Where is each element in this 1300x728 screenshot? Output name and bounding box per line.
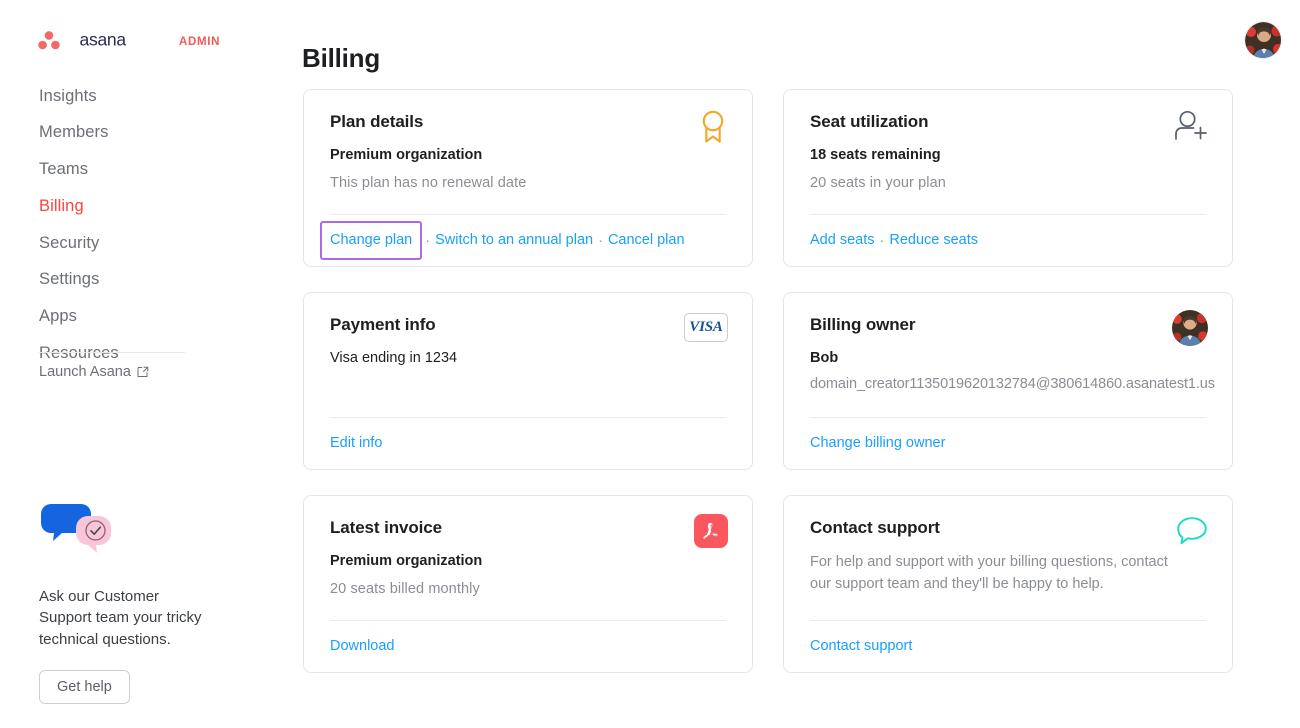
cancel-plan-link[interactable]: Cancel plan [608, 233, 685, 248]
billing-owner-name: Bob [810, 350, 839, 366]
download-invoice-link[interactable]: Download [330, 639, 395, 654]
invoice-plan-name: Premium organization [330, 553, 483, 569]
card-billing-owner: Billing owner Bob domain_creator11350196… [783, 292, 1233, 470]
chat-bubbles-icon [41, 504, 111, 553]
contact-support-body: For help and support with your billing q… [810, 554, 1168, 592]
get-help-button[interactable]: Get help [39, 669, 130, 705]
launch-asana-link[interactable]: Launch Asana [39, 364, 149, 380]
card-plan-details: Plan details Premium organization This p… [303, 89, 753, 267]
change-billing-owner-link[interactable]: Change billing owner [810, 436, 945, 451]
brand-admin-label: ADMIN [179, 35, 221, 48]
billing-cards-grid: Plan details Premium organization This p… [303, 89, 1263, 673]
card-billing-owner-title: Billing owner [810, 315, 916, 334]
sidebar-divider [39, 352, 185, 353]
page-title: Billing [302, 43, 381, 74]
link-separator: · [425, 232, 431, 249]
seats-total: 20 seats in your plan [810, 174, 946, 191]
speech-bubble-icon [1176, 516, 1208, 551]
change-plan-link[interactable]: Change plan [319, 221, 423, 260]
brand-logo[interactable]: asana ADMIN [38, 30, 220, 50]
asana-wordmark-icon: asana [80, 31, 127, 50]
invoice-seats: 20 seats billed monthly [330, 580, 480, 597]
billing-owner-email: domain_creator1135019620132784@380614860… [810, 375, 1215, 392]
sidebar-nav: Insights Members Teams Billing Security … [39, 78, 239, 372]
visa-badge-label: VISA [684, 313, 728, 342]
switch-annual-plan-link[interactable]: Switch to an annual plan [435, 233, 593, 248]
visa-card-icon: VISA [684, 313, 728, 342]
sidebar-item-apps[interactable]: Apps [39, 299, 239, 336]
link-separator: · [598, 232, 603, 249]
support-text: Ask our Customer Support team your trick… [39, 588, 202, 648]
card-plan-details-title: Plan details [330, 112, 424, 131]
card-payment-info-footer: Edit info [330, 417, 726, 469]
card-payment-info: Payment info Visa ending in 1234 VISA Ed… [303, 292, 753, 470]
card-billing-owner-footer: Change billing owner [810, 417, 1206, 469]
card-latest-invoice: Latest invoice Premium organization 20 s… [303, 495, 753, 673]
person-add-icon [1174, 110, 1208, 147]
sidebar-item-security[interactable]: Security [39, 225, 239, 262]
sidebar-item-insights[interactable]: Insights [39, 78, 239, 115]
card-contact-support: Contact support For help and support wit… [783, 495, 1233, 673]
award-ribbon-icon [698, 110, 728, 149]
card-seat-utilization-footer: Add seats · Reduce seats [810, 214, 1206, 266]
contact-support-link[interactable]: Contact support [810, 639, 912, 654]
card-plan-details-footer: Change plan · Switch to an annual plan ·… [319, 214, 726, 266]
owner-avatar [1172, 310, 1208, 351]
main-content: Billing Plan details Premium organizatio… [272, 0, 1300, 728]
plan-renewal: This plan has no renewal date [330, 174, 527, 191]
sidebar: asana ADMIN Insights Members Teams Billi… [0, 0, 272, 728]
sidebar-item-settings[interactable]: Settings [39, 262, 239, 299]
card-seat-utilization: Seat utilization 18 seats remaining 20 s… [783, 89, 1233, 267]
sidebar-item-teams[interactable]: Teams [39, 152, 239, 189]
pdf-file-icon [694, 514, 728, 548]
billing-page: asana ADMIN Insights Members Teams Billi… [0, 0, 1300, 728]
sidebar-item-billing[interactable]: Billing [39, 188, 239, 225]
add-seats-link[interactable]: Add seats [810, 233, 875, 248]
user-avatar-image [1245, 22, 1281, 58]
link-separator: · [879, 232, 885, 249]
reduce-seats-link[interactable]: Reduce seats [889, 233, 978, 248]
card-seat-utilization-title: Seat utilization [810, 112, 929, 131]
owner-avatar-image [1172, 310, 1208, 346]
external-link-icon [137, 366, 149, 377]
sidebar-item-members[interactable]: Members [39, 115, 239, 152]
plan-name: Premium organization [330, 147, 483, 163]
card-payment-info-title: Payment info [330, 315, 436, 334]
card-latest-invoice-title: Latest invoice [330, 518, 442, 537]
edit-info-link[interactable]: Edit info [330, 436, 382, 451]
card-last4: Visa ending in 1234 [330, 350, 458, 366]
card-latest-invoice-footer: Download [330, 620, 726, 672]
support-widget: Ask our Customer Support team your trick… [39, 500, 239, 705]
seats-remaining: 18 seats remaining [810, 147, 941, 163]
asana-logo-icon [38, 31, 60, 50]
card-contact-support-title: Contact support [810, 518, 940, 537]
launch-asana-label: Launch Asana [39, 364, 131, 380]
card-contact-support-footer: Contact support [810, 620, 1206, 672]
svg-text:asana: asana [80, 31, 127, 50]
avatar[interactable] [1244, 21, 1282, 59]
